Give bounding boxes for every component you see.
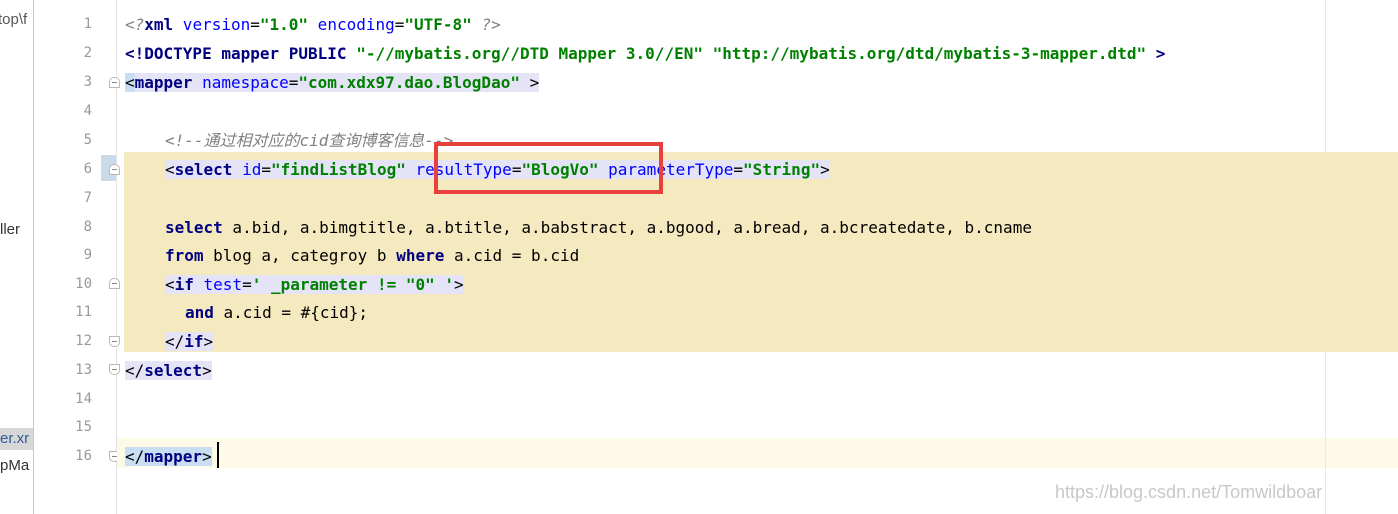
sql-and-keyword: and (185, 303, 214, 322)
right-margin-guide (1325, 0, 1326, 514)
line-number: 10 (75, 276, 92, 292)
code-line-9: from blog a, categroy b where a.cid = b.… (165, 241, 579, 270)
line-number: 9 (83, 247, 92, 263)
select-tag: select (174, 160, 233, 179)
code-line-16: </mapper> (125, 442, 212, 471)
line-number: 6 (83, 161, 92, 177)
equals: = (242, 275, 252, 294)
current-line-highlight (117, 438, 1398, 468)
line-number: 7 (83, 190, 92, 206)
sql-and-condition: a.cid = #{cid}; (213, 303, 369, 322)
tag-open-bracket: < (165, 160, 175, 179)
sidebar-item-pma[interactable]: pMa (0, 457, 29, 474)
line-number: 1 (83, 16, 92, 32)
text-cursor (217, 442, 219, 468)
tag-close: > (519, 73, 540, 92)
line-number: 13 (75, 362, 92, 378)
sql-from-keyword: from (165, 246, 204, 265)
doctype-root: mapper (221, 44, 280, 63)
mapper-close-tag: mapper (144, 447, 203, 466)
if-tag: if (174, 275, 194, 294)
sql-condition: a.cid = b.cid (444, 246, 580, 265)
code-line-2: <!DOCTYPE mapper PUBLIC "-//mybatis.org/… (125, 39, 1165, 68)
code-line-11: and a.cid = #{cid}; (185, 298, 368, 327)
sidebar-item-mapper-xml[interactable]: er.xr (0, 430, 29, 447)
value-test: ' _parameter != "0" ' (251, 275, 455, 294)
code-line-3: <mapper namespace="com.xdx97.dao.BlogDao… (125, 68, 540, 97)
line-number: 11 (75, 304, 92, 320)
sidebar-item-controller[interactable]: ller (0, 221, 20, 238)
sql-where-keyword: where (396, 246, 445, 265)
doctype-close: > (1146, 44, 1166, 63)
xml-decl-close: ?> (471, 15, 501, 34)
line-number: 8 (83, 219, 92, 235)
equals: = (250, 15, 260, 34)
doctype-open: <!DOCTYPE (125, 44, 222, 63)
sql-select-columns: a.bid, a.bimgtitle, a.btitle, a.babstrac… (222, 218, 1032, 237)
tag-open-bracket: </ (125, 447, 145, 466)
line-number: 15 (75, 419, 92, 435)
editor-gutter: 1 2 3 4 5 6 7 8 9 10 11 12 13 14 15 16 (34, 0, 120, 514)
xml-decl-open: <? (125, 15, 145, 34)
sql-tables: blog a, categroy b (203, 246, 397, 265)
project-sidebar: top\f ller er.xr pMa (0, 0, 34, 514)
equals: = (288, 73, 299, 92)
xml-decl-keyword: xml (144, 15, 174, 34)
sql-select-keyword: select (165, 218, 223, 237)
equals: = (733, 160, 744, 179)
attr-namespace: namespace (192, 73, 289, 92)
doctype-public-id: "-//mybatis.org//DTD Mapper 3.0//EN" (356, 44, 703, 63)
code-line-13: </select> (125, 356, 212, 385)
line-number: 4 (83, 103, 92, 119)
code-line-10: <if test=' _parameter != "0" '> (165, 270, 464, 299)
doctype-system-id: "http://mybatis.org/dtd/mybatis-3-mapper… (712, 44, 1147, 63)
select-close-tag: select (144, 361, 203, 380)
value-version: "1.0" (259, 15, 309, 34)
attr-test: test (193, 275, 243, 294)
tag-open-bracket: < (125, 73, 135, 92)
line-number: 12 (75, 333, 92, 349)
line-number: 3 (83, 74, 92, 90)
value-id: "findListBlog" (270, 160, 406, 179)
annotation-highlight-box (434, 142, 663, 194)
watermark: https://blog.csdn.net/Tomwildboar (1055, 482, 1323, 502)
tag-open-bracket: </ (125, 361, 145, 380)
value-namespace: "com.xdx97.dao.BlogDao" (298, 73, 520, 92)
line-number: 16 (75, 448, 92, 464)
code-line-8: select a.bid, a.bimgtitle, a.btitle, a.b… (165, 213, 1032, 242)
tag-close: > (820, 160, 830, 179)
tag-open-bracket: < (165, 275, 175, 294)
attr-version: version (173, 15, 251, 34)
equals: = (394, 15, 405, 34)
tag-close: > (202, 361, 212, 380)
attr-id: id (232, 160, 262, 179)
tag-close: > (202, 447, 212, 466)
sidebar-path-fragment: top\f (0, 11, 28, 28)
value-parameterType: "String" (743, 160, 821, 179)
code-line-5: <!--通过相对应的cid查询博客信息--> (165, 126, 453, 155)
mapper-tag: mapper (134, 73, 193, 92)
line-number: 14 (75, 391, 92, 407)
line-number: 2 (83, 45, 92, 61)
value-encoding: "UTF-8" (404, 15, 472, 34)
code-line-12: </if> (165, 327, 214, 356)
tag-open-bracket: </ (165, 332, 185, 351)
if-close-tag: if (184, 332, 204, 351)
equals: = (261, 160, 271, 179)
line-number: 5 (83, 132, 92, 148)
code-editor[interactable]: <?xml version="1.0" encoding="UTF-8" ?> … (117, 0, 1398, 514)
code-line-1: <?xml version="1.0" encoding="UTF-8" ?> (125, 10, 501, 39)
doctype-public: PUBLIC (279, 44, 357, 63)
xml-comment: <!--通过相对应的cid查询博客信息--> (165, 131, 454, 150)
tag-close: > (203, 332, 214, 351)
tag-close: > (454, 275, 464, 294)
attr-encoding: encoding (308, 15, 395, 34)
